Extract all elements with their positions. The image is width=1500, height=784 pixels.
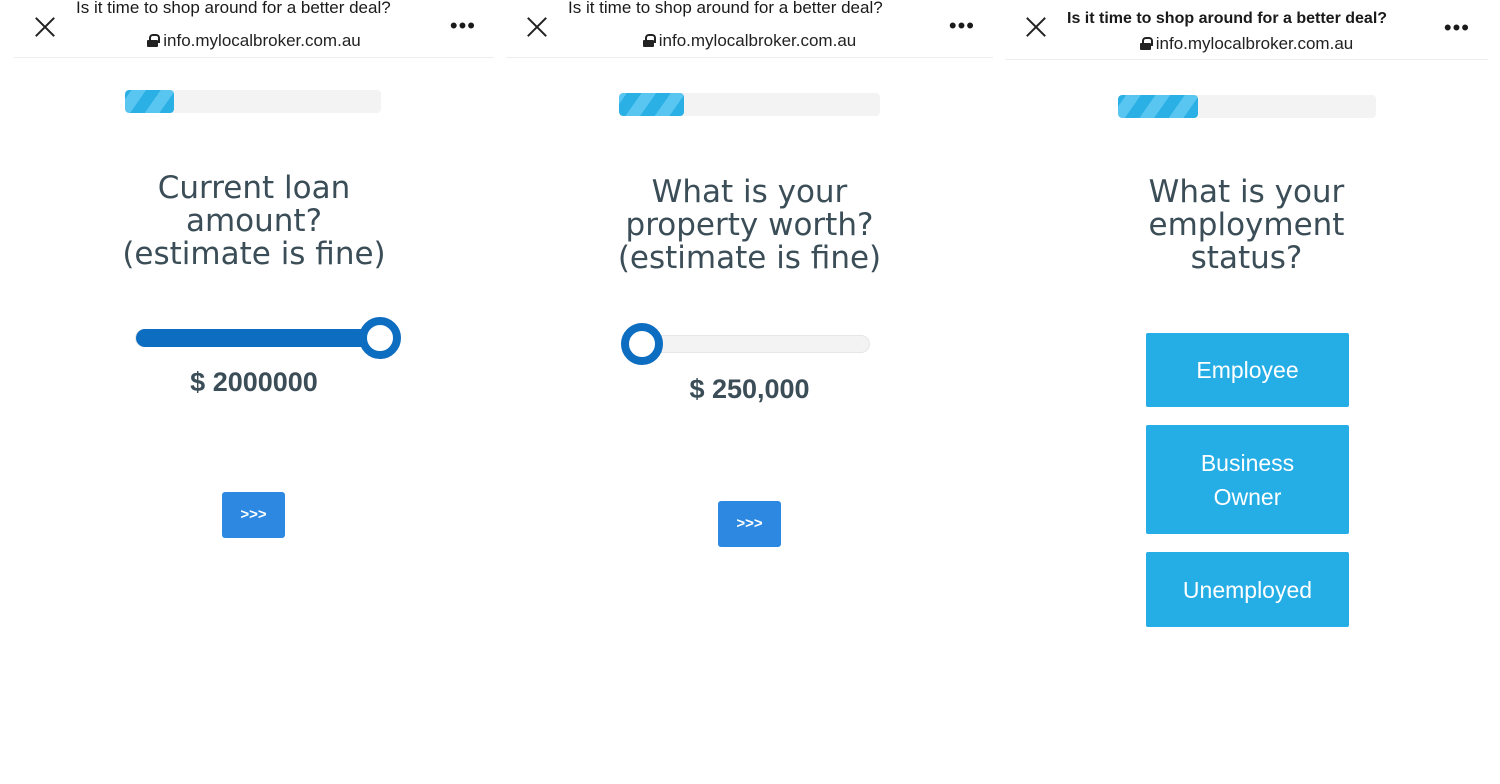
option-business-owner-button[interactable]: Business Owner — [1146, 425, 1349, 534]
option-unemployed-button[interactable]: Unemployed — [1146, 552, 1349, 627]
screen-loan-amount: Is it time to shop around for a better d… — [14, 0, 494, 784]
slider-value: $ 2000000 — [190, 367, 318, 397]
lock-icon — [642, 34, 656, 47]
slider-thumb[interactable] — [621, 323, 663, 365]
browser-topbar: Is it time to shop around for a better d… — [1005, 0, 1488, 60]
url-text: info.mylocalbroker.com.au — [658, 31, 857, 50]
page-title: Is it time to shop around for a better d… — [1067, 10, 1388, 27]
progress-fill — [619, 93, 685, 116]
url-text: info.mylocalbroker.com.au — [1155, 34, 1354, 53]
url-bar: info.mylocalbroker.com.au — [1005, 34, 1488, 54]
slider-value: $ 250,000 — [689, 374, 810, 404]
url-bar: info.mylocalbroker.com.au — [14, 31, 494, 51]
option-employee-button[interactable]: Employee — [1146, 333, 1349, 407]
progress-bar — [619, 93, 880, 116]
screen-employment-status: Is it time to shop around for a better d… — [1005, 0, 1488, 784]
more-options-icon[interactable]: ••• — [949, 15, 975, 37]
property-worth-slider[interactable] — [621, 323, 870, 365]
browser-topbar: Is it time to shop around for a better d… — [14, 0, 494, 58]
lock-icon — [147, 34, 161, 47]
question-heading: Current loan amount? (estimate is fine) — [122, 170, 386, 272]
progress-fill — [1118, 95, 1198, 118]
slider-fill — [136, 329, 378, 347]
page-title: Is it time to shop around for a better d… — [568, 0, 883, 17]
next-button[interactable]: >>> — [718, 501, 781, 547]
loan-amount-slider[interactable] — [135, 317, 401, 359]
url-bar: info.mylocalbroker.com.au — [506, 31, 993, 51]
next-button[interactable]: >>> — [222, 492, 285, 538]
slider-thumb[interactable] — [359, 317, 401, 359]
lock-icon — [1139, 37, 1153, 50]
more-options-icon[interactable]: ••• — [450, 15, 476, 37]
progress-bar — [1118, 95, 1376, 118]
progress-bar — [125, 90, 381, 113]
screen-property-worth: Is it time to shop around for a better d… — [506, 0, 993, 784]
more-options-icon[interactable]: ••• — [1444, 17, 1470, 39]
page-title: Is it time to shop around for a better d… — [76, 0, 391, 17]
url-text: info.mylocalbroker.com.au — [163, 31, 361, 50]
question-heading: What is your property worth? (estimate i… — [617, 174, 882, 276]
browser-topbar: Is it time to shop around for a better d… — [506, 0, 993, 58]
progress-fill — [125, 90, 174, 113]
question-heading: What is your employment status? — [1148, 174, 1345, 276]
